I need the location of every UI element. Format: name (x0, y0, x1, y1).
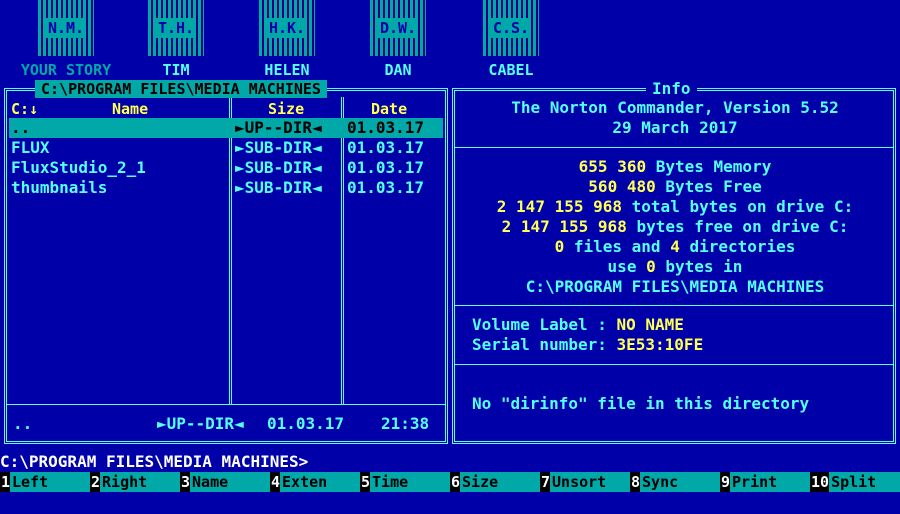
info-separator (455, 364, 893, 365)
shortcut-tim[interactable]: T.H. TIM (141, 0, 211, 80)
fkey-right[interactable]: 2 Right (90, 472, 180, 492)
file-date: 01.03.17 (347, 158, 425, 177)
panel-status-line: .. ►UP--DIR◄ 01.03.17 21:38 (9, 414, 443, 434)
fkey-unsort[interactable]: 7 Unsort (540, 472, 630, 492)
shortcut-cabel[interactable]: C.S. CABEL (476, 0, 546, 80)
shortcut-label: YOUR STORY (20, 61, 112, 79)
file-row[interactable]: thumbnails ►SUB-DIR◄ 01.03.17 (9, 178, 443, 198)
shortcut-label: DAN (384, 61, 412, 79)
fkey-split[interactable]: 10 Split (810, 472, 900, 492)
free-drive-line: 2 147 155 968 bytes free on drive C: (501, 217, 849, 236)
file-size: ►SUB-DIR◄ (235, 138, 322, 157)
shortcut-tile: T.H. (148, 0, 204, 56)
status-date: 01.03.17 (267, 414, 345, 433)
file-name: .. (11, 118, 31, 137)
shortcut-tile: C.S. (483, 0, 539, 56)
file-row[interactable]: FLUX ►SUB-DIR◄ 01.03.17 (9, 138, 443, 158)
memory-line: 655 360 Bytes Memory (578, 157, 772, 176)
file-row[interactable]: FluxStudio_2_1 ►SUB-DIR◄ 01.03.17 (9, 158, 443, 178)
shortcut-label: TIM (162, 61, 190, 79)
volume-label-line: Volume Label : NO NAME (472, 315, 684, 334)
version-date: 29 March 2017 (612, 118, 738, 137)
counts-line: 0 files and 4 directories (554, 237, 796, 256)
fkey-print[interactable]: 9 Print (720, 472, 810, 492)
version-text: The Norton Commander, Version 5.52 (511, 98, 839, 117)
total-drive-line: 2 147 155 968 total bytes on drive C: (496, 197, 854, 216)
shortcut-label: CABEL (488, 61, 534, 79)
status-name: .. (13, 414, 33, 433)
fkey-time[interactable]: 5 Time (360, 472, 450, 492)
column-header-date[interactable]: Date (371, 99, 407, 119)
shortcut-label: HELEN (264, 61, 310, 79)
file-date: 01.03.17 (347, 178, 425, 197)
panel-path-title: C:\PROGRAM FILES\MEDIA MACHINES (35, 80, 327, 98)
column-header-name[interactable]: Name (112, 99, 148, 119)
free-memory-line: 560 480 Bytes Free (588, 177, 762, 196)
fkey-exten[interactable]: 4 Exten (270, 472, 360, 492)
fkey-sync[interactable]: 8 Sync (630, 472, 720, 492)
fkey-left[interactable]: 1 Left (0, 472, 90, 492)
file-size: ►UP--DIR◄ (235, 118, 322, 137)
command-line[interactable]: C:\PROGRAM FILES\MEDIA MACHINES> (0, 452, 900, 472)
shortcut-your-story[interactable]: N.M. YOUR STORY (11, 0, 121, 80)
dirinfo-message: No "dirinfo" file in this directory (472, 394, 810, 413)
file-date: 01.03.17 (347, 118, 425, 137)
file-date: 01.03.17 (347, 138, 425, 157)
serial-number-line: Serial number: 3E53:10FE (472, 335, 704, 354)
column-header-size[interactable]: Size (268, 99, 304, 119)
use-line: use 0 bytes in (607, 257, 743, 276)
info-path: C:\PROGRAM FILES\MEDIA MACHINES (525, 277, 825, 296)
panel-separator (7, 404, 445, 405)
fkey-name[interactable]: 3 Name (180, 472, 270, 492)
file-name: FLUX (11, 138, 50, 157)
status-size: ►UP--DIR◄ (157, 414, 244, 433)
shortcut-tile: H.K. (259, 0, 315, 56)
file-name: FluxStudio_2_1 (11, 158, 146, 177)
info-separator (455, 305, 893, 306)
file-row-selected[interactable]: .. ►UP--DIR◄ 01.03.17 (9, 118, 443, 138)
info-panel-title: Info (646, 79, 697, 99)
drive-indicator[interactable]: C:↓ (11, 99, 38, 119)
file-name: thumbnails (11, 178, 108, 197)
fkey-size[interactable]: 6 Size (450, 472, 540, 492)
shortcut-tile: D.W. (370, 0, 426, 56)
file-size: ►SUB-DIR◄ (235, 158, 322, 177)
shortcut-helen[interactable]: H.K. HELEN (252, 0, 322, 80)
function-key-bar: 1 Left 2 Right 3 Name 4 Exten 5 Time 6 Size 7U… (0, 472, 900, 492)
shortcut-tile: N.M. (38, 0, 94, 56)
status-time: 21:38 (381, 414, 430, 433)
file-size: ►SUB-DIR◄ (235, 178, 322, 197)
info-separator (455, 147, 893, 148)
shortcut-dan[interactable]: D.W. DAN (363, 0, 433, 80)
